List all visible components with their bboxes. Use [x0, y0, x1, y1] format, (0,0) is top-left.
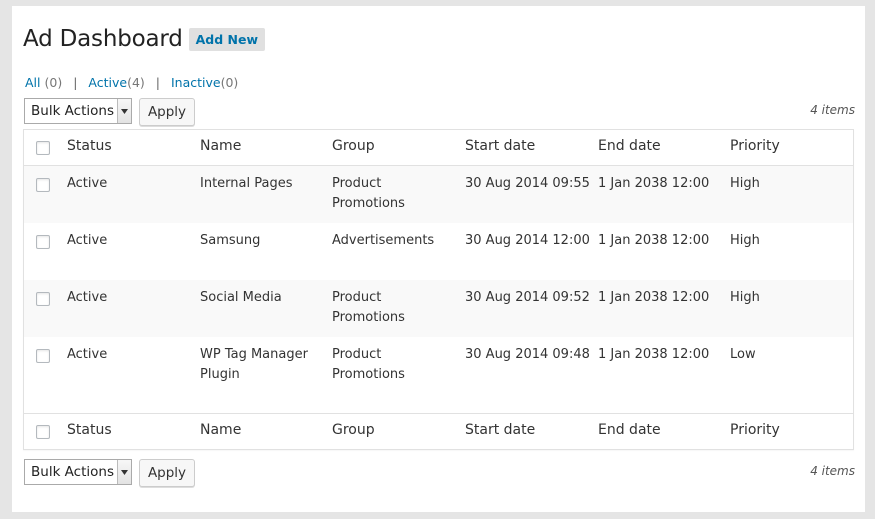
row-checkbox[interactable] [36, 178, 50, 192]
row-status: Active [67, 233, 108, 248]
row-checkbox[interactable] [36, 292, 50, 306]
row-priority: High [730, 233, 760, 248]
tablenav-top: Bulk Actions Apply 4 items [24, 98, 855, 126]
select-all-checkbox[interactable] [36, 141, 50, 155]
row-group: Product Promotions [332, 176, 405, 211]
column-footer-priority[interactable]: Priority [730, 422, 780, 438]
page-title: Ad Dashboard [23, 26, 183, 52]
row-status: Active [67, 176, 108, 191]
filter-all-link[interactable]: All [25, 75, 41, 90]
filter-active-link[interactable]: Active [88, 75, 127, 90]
tablenav-bottom: Bulk Actions Apply 4 items [24, 459, 855, 487]
row-start-date: 30 Aug 2014 09:48 [465, 347, 590, 362]
main-panel: Ad Dashboard Add New All (0) | Active(4)… [12, 6, 865, 512]
chevron-down-icon [117, 460, 131, 484]
table-row: Active Social Media Product Promotions 3… [24, 280, 853, 337]
row-name[interactable]: Samsung [200, 231, 320, 251]
row-group: Advertisements [332, 233, 435, 248]
column-footer-status[interactable]: Status [67, 422, 112, 438]
row-priority: High [730, 176, 760, 191]
row-checkbox[interactable] [36, 235, 50, 249]
row-group: Product Promotions [332, 290, 405, 325]
row-start-date: 30 Aug 2014 09:52 [465, 290, 590, 305]
bulk-actions-label: Bulk Actions [31, 103, 114, 119]
ads-table: Status Name Group Start date End date Pr… [23, 129, 854, 450]
column-footer-start-date[interactable]: Start date [465, 422, 535, 438]
bulk-actions-select[interactable]: Bulk Actions [24, 98, 132, 124]
column-header-priority[interactable]: Priority [730, 138, 780, 154]
item-count: 4 items [810, 103, 855, 117]
chevron-down-icon [117, 99, 131, 123]
table-row: Active Samsung Advertisements 30 Aug 201… [24, 223, 853, 280]
bulk-actions-label: Bulk Actions [31, 464, 114, 480]
title-row: Ad Dashboard Add New [23, 26, 266, 52]
bulk-actions-select-bottom[interactable]: Bulk Actions [24, 459, 132, 485]
row-checkbox[interactable] [36, 349, 50, 363]
table-row: Active WP Tag Manager Plugin Product Pro… [24, 337, 853, 394]
status-filters: All (0) | Active(4) | Inactive(0) [25, 75, 238, 90]
add-new-button[interactable]: Add New [188, 27, 266, 51]
row-end-date: 1 Jan 2038 12:00 [598, 176, 710, 191]
row-end-date: 1 Jan 2038 12:00 [598, 290, 710, 305]
column-footer-end-date[interactable]: End date [598, 422, 661, 438]
row-name[interactable]: WP Tag Manager Plugin [200, 345, 320, 385]
column-header-name[interactable]: Name [200, 138, 320, 154]
filter-separator: | [155, 75, 160, 90]
table-row: Active Internal Pages Product Promotions… [24, 166, 853, 223]
row-name[interactable]: Internal Pages [200, 174, 320, 194]
column-header-group[interactable]: Group [332, 138, 452, 154]
column-header-end-date[interactable]: End date [598, 138, 661, 154]
column-header-start-date[interactable]: Start date [465, 138, 535, 154]
column-footer-name[interactable]: Name [200, 422, 320, 438]
item-count-bottom: 4 items [810, 464, 855, 478]
row-priority: Low [730, 347, 756, 362]
filter-inactive-count: (0) [220, 75, 239, 90]
filter-active-count: (4) [127, 75, 145, 90]
column-footer-group[interactable]: Group [332, 422, 452, 438]
apply-button[interactable]: Apply [139, 98, 195, 126]
apply-button-bottom[interactable]: Apply [139, 459, 195, 487]
table-header: Status Name Group Start date End date Pr… [24, 130, 853, 166]
row-status: Active [67, 290, 108, 305]
row-name[interactable]: Social Media [200, 288, 320, 308]
row-status: Active [67, 347, 108, 362]
select-all-checkbox-footer[interactable] [36, 425, 50, 439]
row-start-date: 30 Aug 2014 09:55 [465, 176, 590, 191]
filter-all-count: (0) [44, 75, 63, 90]
row-group: Product Promotions [332, 347, 405, 382]
column-header-status[interactable]: Status [67, 138, 112, 154]
row-end-date: 1 Jan 2038 12:00 [598, 347, 710, 362]
row-priority: High [730, 290, 760, 305]
filter-separator: | [73, 75, 78, 90]
filter-inactive-link[interactable]: Inactive [171, 75, 221, 90]
row-start-date: 30 Aug 2014 12:00 [465, 233, 590, 248]
table-footer: Status Name Group Start date End date Pr… [24, 413, 853, 449]
row-end-date: 1 Jan 2038 12:00 [598, 233, 710, 248]
